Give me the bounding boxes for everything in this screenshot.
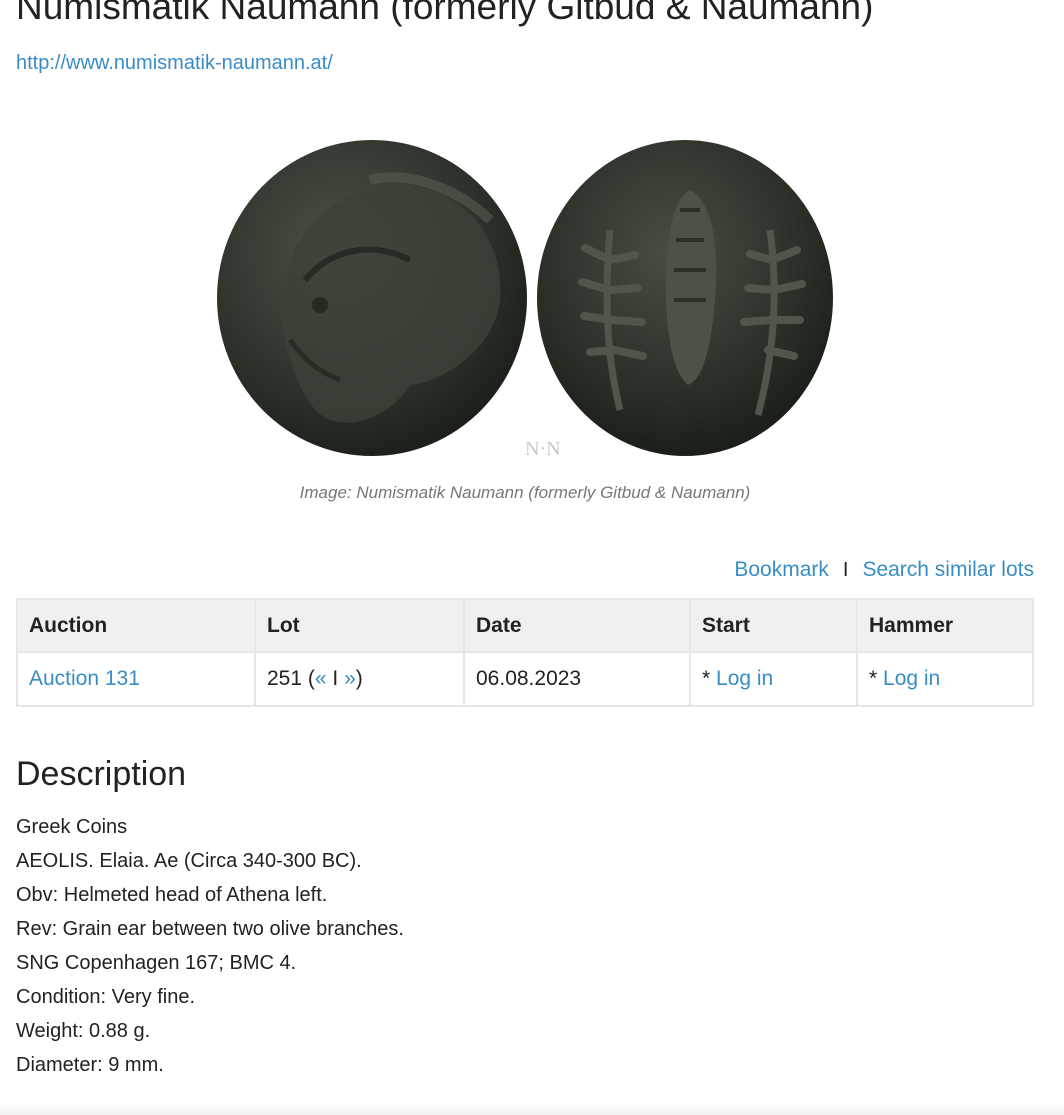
- description-line: Condition: Very fine.: [16, 986, 195, 1008]
- header-start: Start: [689, 598, 858, 653]
- search-similar-lots-link[interactable]: Search similar lots: [862, 558, 1034, 582]
- coin-image[interactable]: N·N: [210, 130, 850, 470]
- header-lot: Lot: [254, 598, 465, 653]
- lot-table: Auction Lot Date Start Hammer Auction 13…: [16, 598, 1034, 707]
- description-line: Diameter: 9 mm.: [16, 1054, 164, 1076]
- cell-start: * Log in: [689, 651, 858, 707]
- cell-date: 06.08.2023: [463, 651, 691, 707]
- next-lot-link[interactable]: »: [344, 667, 356, 690]
- lot-number: 251: [267, 667, 303, 690]
- lot-page: Numismatik Naumann (formerly Gitbud & Na…: [0, 0, 1064, 1115]
- lot-open-paren: (: [307, 667, 315, 690]
- auction-house-link[interactable]: http://www.numismatik-naumann.at/: [16, 52, 333, 75]
- description-line: Weight: 0.88 g.: [16, 1020, 151, 1042]
- bottom-edge: [0, 1103, 1064, 1115]
- lot-actions: Bookmark I Search similar lots: [734, 558, 1034, 582]
- description-body: Greek Coins AEOLIS. Elaia. Ae (Circa 340…: [16, 815, 404, 1087]
- header-auction: Auction: [16, 598, 256, 653]
- start-asterisk: *: [702, 667, 717, 690]
- page-title: Numismatik Naumann (formerly Gitbud & Na…: [16, 0, 874, 27]
- hammer-login-link[interactable]: Log in: [883, 667, 940, 690]
- reverse-coin: [537, 140, 833, 456]
- previous-lot-link[interactable]: «: [315, 667, 327, 690]
- lot-nav-separator: I: [332, 667, 339, 690]
- cell-lot: 251 (« I »): [254, 651, 465, 707]
- bookmark-link[interactable]: Bookmark: [734, 558, 829, 582]
- action-separator: I: [842, 558, 849, 581]
- image-caption: Image: Numismatik Naumann (formerly Gitb…: [299, 483, 751, 502]
- hammer-asterisk: *: [869, 667, 884, 690]
- table-row: Auction 131 251 (« I ») 06.08.2023 * Log…: [16, 651, 1034, 707]
- description-line: Obv: Helmeted head of Athena left.: [16, 884, 328, 906]
- description-heading: Description: [16, 755, 187, 793]
- auction-link[interactable]: Auction 131: [29, 667, 140, 690]
- description-line: Rev: Grain ear between two olive branche…: [16, 918, 404, 940]
- lot-close-paren: ): [355, 667, 363, 690]
- header-date: Date: [463, 598, 691, 653]
- cell-auction: Auction 131: [16, 651, 256, 707]
- watermark: N·N: [525, 438, 561, 460]
- cell-hammer: * Log in: [856, 651, 1034, 707]
- description-line: SNG Copenhagen 167; BMC 4.: [16, 952, 297, 974]
- description-line: Greek Coins: [16, 816, 128, 838]
- obverse-coin: [217, 140, 527, 456]
- header-hammer: Hammer: [856, 598, 1034, 653]
- start-login-link[interactable]: Log in: [716, 667, 773, 690]
- table-header-row: Auction Lot Date Start Hammer: [16, 598, 1034, 653]
- description-line: AEOLIS. Elaia. Ae (Circa 340-300 BC).: [16, 850, 362, 872]
